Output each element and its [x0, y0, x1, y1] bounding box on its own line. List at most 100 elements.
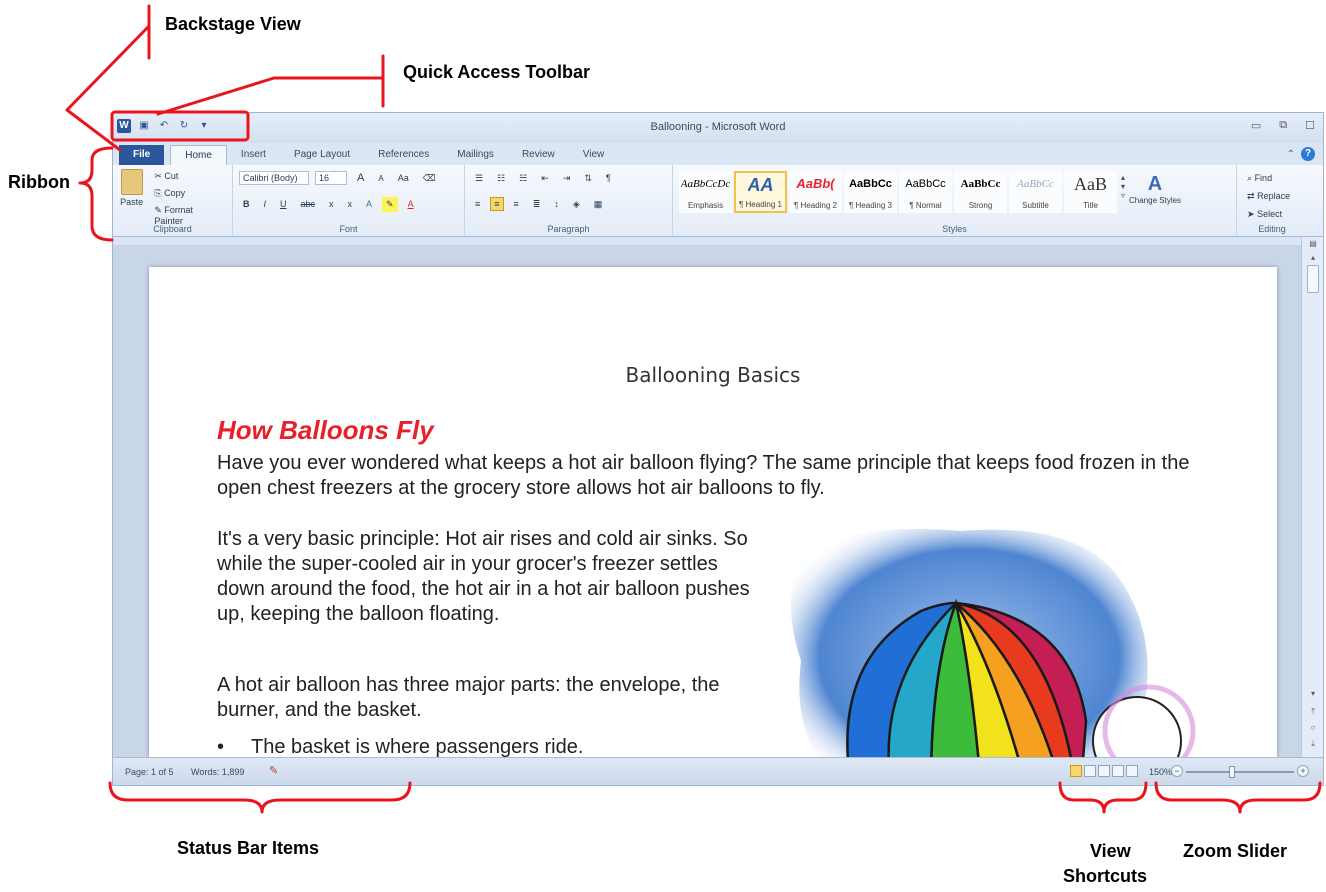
view-shortcuts-callout-line2: Shortcuts: [1063, 866, 1148, 886]
style-heading-2[interactable]: AaBb( ¶ Heading 2: [789, 171, 842, 213]
vertical-scrollbar[interactable]: ▤ ▴ ▾ ⤒ ○ ⤓: [1301, 237, 1323, 757]
browse-object-icon[interactable]: ○: [1302, 723, 1323, 732]
minimize-icon[interactable]: ▭: [1251, 119, 1261, 132]
scroll-down-arrow-icon[interactable]: ▾: [1302, 689, 1323, 698]
web-layout-view-icon[interactable]: [1098, 765, 1110, 777]
superscript-button[interactable]: x: [344, 197, 357, 211]
replace-button[interactable]: ⇄ Replace: [1243, 189, 1301, 204]
next-page-icon[interactable]: ⤓: [1302, 739, 1323, 749]
style-sample: AaBb(: [796, 176, 835, 191]
ruler-toggle-icon[interactable]: ▤: [1302, 239, 1323, 248]
style-label: Emphasis: [687, 201, 724, 210]
strikethrough-button[interactable]: abc: [297, 197, 320, 211]
hot-air-balloon-image[interactable]: [781, 521, 1201, 757]
find-button[interactable]: ⌕ Find: [1243, 171, 1301, 186]
scroll-up-icon[interactable]: ▴: [1121, 173, 1125, 182]
align-center-icon[interactable]: ≡: [490, 197, 504, 211]
tab-review[interactable]: Review: [508, 145, 569, 165]
shading-icon[interactable]: ◈: [569, 197, 584, 212]
line-spacing-icon[interactable]: ↕: [550, 197, 563, 211]
styles-scroll[interactable]: ▴ ▾ ▿: [1121, 173, 1125, 213]
tab-home[interactable]: Home: [170, 145, 227, 165]
page-count-status[interactable]: Page: 1 of 5: [125, 767, 174, 777]
subscript-button[interactable]: x: [325, 197, 338, 211]
editing-group: ⌕ Find ⇄ Replace ➤ Select Editing: [1237, 165, 1307, 236]
underline-button[interactable]: U: [276, 197, 291, 211]
justify-icon[interactable]: ≣: [529, 197, 545, 212]
title-bar: W ▣ ↶ ↻ ▾ Ballooning - Microsoft Word ▭ …: [113, 113, 1323, 143]
numbering-icon[interactable]: ☷: [493, 171, 509, 186]
proofing-icon[interactable]: ✎: [269, 764, 278, 777]
zoom-slider-track[interactable]: [1186, 771, 1294, 773]
change-styles-button[interactable]: A Change Styles: [1129, 173, 1181, 213]
scroll-down-icon[interactable]: ▾: [1121, 182, 1125, 191]
style-subtitle[interactable]: AaBbCc Subtitle: [1009, 171, 1062, 213]
text-effects-icon[interactable]: A: [362, 197, 376, 211]
align-right-icon[interactable]: ≡: [510, 197, 523, 211]
scroll-thumb[interactable]: [1307, 265, 1319, 293]
copy-button[interactable]: ⎘ Copy: [150, 186, 226, 201]
close-icon[interactable]: ☐: [1305, 119, 1315, 132]
show-formatting-icon[interactable]: ¶: [602, 171, 615, 185]
style-normal[interactable]: AaBbCc ¶ Normal: [899, 171, 952, 213]
font-name-select[interactable]: Calibri (Body): [239, 171, 309, 185]
style-sample: AaB: [1074, 174, 1107, 194]
increase-indent-icon[interactable]: ⇥: [559, 171, 575, 186]
scroll-up-arrow-icon[interactable]: ▴: [1302, 253, 1323, 262]
cut-button[interactable]: ✂ Cut: [150, 169, 226, 184]
minimize-ribbon-icon[interactable]: ⌃: [1287, 149, 1295, 160]
paste-button[interactable]: Paste: [119, 169, 144, 213]
paragraph-1: Have you ever wondered what keeps a hot …: [217, 452, 1190, 499]
sort-icon[interactable]: ⇅: [580, 171, 596, 186]
replace-icon: ⇄: [1247, 191, 1255, 201]
quick-styles-gallery: AaBbCcDc Emphasis AA ¶ Heading 1 AaBb( ¶…: [679, 171, 1117, 213]
ribbon-callout: Ribbon: [8, 172, 70, 192]
draft-view-icon[interactable]: [1126, 765, 1138, 777]
font-color-icon[interactable]: A: [404, 197, 418, 211]
style-emphasis[interactable]: AaBbCcDc Emphasis: [679, 171, 732, 213]
help-icon[interactable]: ?: [1301, 147, 1315, 161]
full-screen-reading-view-icon[interactable]: [1084, 765, 1096, 777]
decrease-indent-icon[interactable]: ⇤: [537, 171, 553, 186]
bold-button[interactable]: B: [239, 197, 254, 211]
shrink-font-button[interactable]: A: [374, 172, 387, 185]
style-strong[interactable]: AaBbCc Strong: [954, 171, 1007, 213]
style-heading-1[interactable]: AA ¶ Heading 1: [734, 171, 787, 213]
more-styles-icon[interactable]: ▿: [1121, 191, 1125, 200]
tab-insert[interactable]: Insert: [227, 145, 280, 165]
tab-references[interactable]: References: [364, 145, 443, 165]
zoom-slider-thumb[interactable]: [1229, 766, 1235, 778]
tab-view[interactable]: View: [569, 145, 619, 165]
previous-page-icon[interactable]: ⤒: [1302, 707, 1323, 717]
style-heading-3[interactable]: AaBbCc ¶ Heading 3: [844, 171, 897, 213]
select-button[interactable]: ➤ Select: [1243, 207, 1301, 222]
grow-font-button[interactable]: A: [353, 170, 368, 186]
zoom-in-icon[interactable]: +: [1297, 765, 1309, 777]
document-heading: How Balloons Fly: [217, 415, 434, 445]
restore-icon[interactable]: ⧉: [1279, 119, 1287, 132]
bullets-icon[interactable]: ☰: [471, 171, 487, 186]
tab-file[interactable]: File: [119, 145, 165, 165]
font-size-select[interactable]: 16: [315, 171, 347, 185]
bullet-item: The basket is where passengers ride.: [217, 735, 583, 757]
multilevel-list-icon[interactable]: ☵: [515, 171, 531, 186]
italic-button[interactable]: I: [260, 197, 271, 211]
highlight-icon[interactable]: ✎: [382, 196, 398, 212]
word-count-status[interactable]: Words: 1,899: [191, 767, 244, 777]
borders-icon[interactable]: ▦: [590, 197, 607, 212]
style-title[interactable]: AaB Title: [1064, 171, 1117, 213]
zoom-level[interactable]: 150%: [1149, 767, 1172, 777]
zoom-out-icon[interactable]: −: [1171, 765, 1183, 777]
document-page[interactable]: Ballooning Basics How Balloons Fly Have …: [149, 267, 1277, 757]
ribbon-spacer: [113, 237, 1323, 245]
font-group: Calibri (Body) 16 A A Aa ⌫ B I U abc x x…: [233, 165, 465, 236]
tab-mailings[interactable]: Mailings: [443, 145, 508, 165]
font-group-name: Font: [339, 224, 358, 234]
align-left-icon[interactable]: ≡: [471, 197, 484, 211]
print-layout-view-icon[interactable]: [1070, 765, 1082, 777]
binoculars-icon: ⌕: [1247, 173, 1253, 183]
clear-formatting-icon[interactable]: ⌫: [419, 171, 440, 186]
change-case-button[interactable]: Aa: [394, 171, 413, 185]
outline-view-icon[interactable]: [1112, 765, 1124, 777]
tab-page-layout[interactable]: Page Layout: [280, 145, 364, 165]
